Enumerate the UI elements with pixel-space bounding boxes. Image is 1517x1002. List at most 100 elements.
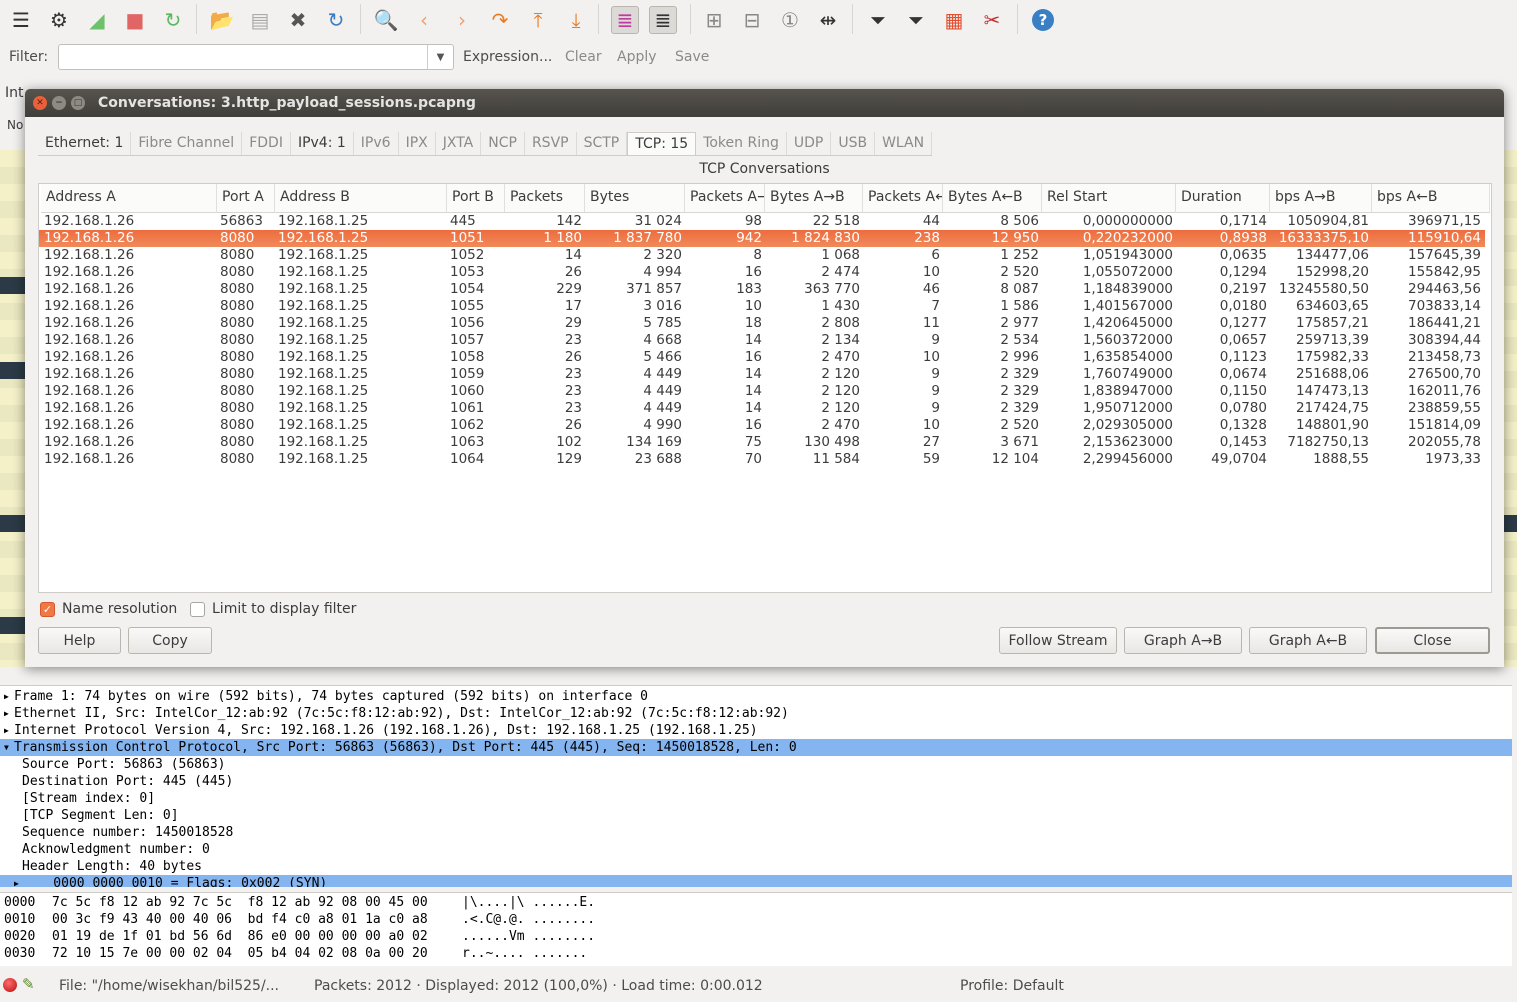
column-header-address-b[interactable]: Address B xyxy=(275,184,447,213)
maximize-window-button[interactable]: □ xyxy=(71,96,85,110)
column-header-address-a[interactable]: Address A xyxy=(41,184,217,213)
detail-line[interactable]: ▶ Frame 1: 74 bytes on wire (592 bits), 7… xyxy=(0,688,1512,705)
detail-line[interactable]: ▶ 0000 0000 0010 = Flags: 0x002 (SYN) xyxy=(0,875,1512,887)
tab-usb[interactable]: USB xyxy=(831,132,876,155)
zoom-in-button[interactable]: ⊞ xyxy=(700,6,728,34)
detail-line[interactable]: ▶ Ethernet II, Src: IntelCor_12:ab:92 (7c… xyxy=(0,705,1512,722)
first-packet-button[interactable]: ⤒ xyxy=(524,6,552,34)
detail-line[interactable]: ▶ Internet Protocol Version 4, Src: 192.1… xyxy=(0,722,1512,739)
status-profile[interactable]: Profile: Default xyxy=(960,978,1064,994)
help-button[interactable]: Help xyxy=(38,627,121,654)
table-row[interactable]: 192.168.1.26 8080 192.168.1.25 1060 23 4 449 1… xyxy=(39,383,1485,400)
preferences-button[interactable]: ✂ xyxy=(978,6,1006,34)
copy-button[interactable]: Copy xyxy=(128,627,212,654)
column-header-duration[interactable]: Duration xyxy=(1176,184,1270,213)
follow-stream-button[interactable]: Follow Stream xyxy=(999,627,1117,654)
close-button[interactable]: Close xyxy=(1375,627,1490,654)
column-header-packets[interactable]: Packets xyxy=(505,184,585,213)
column-header-bytes-atob[interactable]: Bytes A→B xyxy=(765,184,863,213)
interfaces-button[interactable]: ☰ xyxy=(7,6,35,34)
tab-ipv6[interactable]: IPv6 xyxy=(354,132,399,155)
detail-line[interactable]: [Stream index: 0] xyxy=(0,790,1512,807)
file-set-button[interactable]: ▤ xyxy=(246,6,274,34)
tab-ipx[interactable]: IPX xyxy=(399,132,436,155)
tab-wlan[interactable]: WLAN xyxy=(875,132,933,155)
expression-button[interactable]: Expression... xyxy=(463,49,552,65)
find-button[interactable]: 🔍 xyxy=(372,6,400,34)
column-header-packets-afromb[interactable]: Packets A←B xyxy=(863,184,943,213)
table-row[interactable]: 192.168.1.26 8080 192.168.1.25 1053 26 4 994 1… xyxy=(39,264,1485,281)
graph-a-to-b-button[interactable]: Graph A→B xyxy=(1124,627,1242,654)
table-row[interactable]: 192.168.1.26 8080 192.168.1.25 1064 129 23 68… xyxy=(39,451,1485,468)
reload-button[interactable]: ↻ xyxy=(322,6,350,34)
table-row[interactable]: 192.168.1.26 8080 192.168.1.25 1051 1 180 1 8… xyxy=(39,230,1485,247)
tab-udp[interactable]: UDP xyxy=(787,132,832,155)
tab-fddi[interactable]: FDDI xyxy=(242,132,291,155)
tab-token-ring[interactable]: Token Ring xyxy=(696,132,787,155)
close-file-button[interactable]: ✖ xyxy=(284,6,312,34)
filter-input[interactable]: ▼ xyxy=(58,44,454,70)
open-file-button[interactable]: 📂 xyxy=(208,6,236,34)
conversations-table[interactable]: Address A Port A Address B Port B Packets Byt… xyxy=(38,183,1492,593)
tab-ncp[interactable]: NCP xyxy=(481,132,525,155)
capture-options-button[interactable]: ⚙ xyxy=(45,6,73,34)
close-window-button[interactable]: ✕ xyxy=(33,96,47,110)
packet-details-pane[interactable]: ▶ Frame 1: 74 bytes on wire (592 bits), 7… xyxy=(0,685,1512,887)
table-row[interactable]: 192.168.1.26 8080 192.168.1.25 1059 23 4 449 1… xyxy=(39,366,1485,383)
tab-jxta[interactable]: JXTA xyxy=(436,132,482,155)
column-header-bytes-afromb[interactable]: Bytes A←B xyxy=(943,184,1042,213)
filter-dropdown-button[interactable]: ▼ xyxy=(427,45,453,69)
capture-comments-icon[interactable]: ✎ xyxy=(22,975,35,993)
tab-rsvp[interactable]: RSVP xyxy=(525,132,577,155)
resize-columns-button[interactable]: ⇹ xyxy=(814,6,842,34)
save-button[interactable]: Save xyxy=(675,49,709,65)
table-row[interactable]: 192.168.1.26 8080 192.168.1.25 1063 102 134 1… xyxy=(39,434,1485,451)
detail-line[interactable]: Source Port: 56863 (56863) xyxy=(0,756,1512,773)
go-to-packet-button[interactable]: ↷ xyxy=(486,6,514,34)
go-back-button[interactable]: ‹ xyxy=(410,6,438,34)
column-header-bytes[interactable]: Bytes xyxy=(585,184,685,213)
tab-ethernet-1[interactable]: Ethernet: 1 xyxy=(38,132,132,155)
last-packet-button[interactable]: ⤓ xyxy=(562,6,590,34)
stop-capture-button[interactable]: ■ xyxy=(121,6,149,34)
collapsed-triangle-icon[interactable]: ▶ xyxy=(4,722,9,739)
zoom-out-button[interactable]: ⊟ xyxy=(738,6,766,34)
tab-ipv4-1[interactable]: IPv4: 1 xyxy=(291,132,354,155)
detail-line[interactable]: ▼ Transmission Control Protocol, Src Port… xyxy=(0,739,1512,756)
start-capture-button[interactable]: ◢ xyxy=(83,6,111,34)
detail-line[interactable]: Destination Port: 445 (445) xyxy=(0,773,1512,790)
packet-bytes-pane[interactable]: 0000 7c 5c f8 12 ab 92 7c 5c f8 12 ab 92 … xyxy=(0,892,1512,966)
column-header-bps-atob[interactable]: bps A→B xyxy=(1270,184,1372,213)
detail-line[interactable]: Acknowledgment number: 0 xyxy=(0,841,1512,858)
collapsed-triangle-icon[interactable]: ▶ xyxy=(14,875,19,887)
column-header-bps-afromb[interactable]: bps A←B xyxy=(1372,184,1490,213)
detail-line[interactable]: Header Length: 40 bytes xyxy=(0,858,1512,875)
coloring-rules-button[interactable]: ▦ xyxy=(940,6,968,34)
detail-line[interactable]: Sequence number: 1450018528 xyxy=(0,824,1512,841)
tab-tcp-15[interactable]: TCP: 15 xyxy=(627,132,697,155)
column-header-packets-atob[interactable]: Packets A→B xyxy=(685,184,765,213)
auto-scroll-button[interactable]: ≣ xyxy=(649,6,677,34)
table-row[interactable]: 192.168.1.26 8080 192.168.1.25 1057 23 4 668 1… xyxy=(39,332,1485,349)
column-header-port-a[interactable]: Port A xyxy=(217,184,275,213)
collapsed-triangle-icon[interactable]: ▶ xyxy=(4,688,9,705)
restart-capture-button[interactable]: ↻ xyxy=(159,6,187,34)
table-row[interactable]: 192.168.1.26 8080 192.168.1.25 1056 29 5 785 1… xyxy=(39,315,1485,332)
table-row[interactable]: 192.168.1.26 56863 192.168.1.25 445 142 31 02… xyxy=(39,213,1485,230)
expanded-triangle-icon[interactable]: ▼ xyxy=(4,739,9,756)
table-row[interactable]: 192.168.1.26 8080 192.168.1.25 1058 26 5 466 1… xyxy=(39,349,1485,366)
minimize-window-button[interactable]: − xyxy=(52,96,66,110)
detail-line[interactable]: [TCP Segment Len: 0] xyxy=(0,807,1512,824)
expert-info-icon[interactable] xyxy=(3,978,17,992)
go-forward-button[interactable]: › xyxy=(448,6,476,34)
capture-filters-button[interactable]: ⏷ xyxy=(864,6,892,34)
tab-sctp[interactable]: SCTP xyxy=(577,132,628,155)
column-header-port-b[interactable]: Port B xyxy=(447,184,505,213)
table-row[interactable]: 192.168.1.26 8080 192.168.1.25 1054 229 371 8… xyxy=(39,281,1485,298)
help-button[interactable]: ? xyxy=(1029,6,1057,34)
limit-to-display-filter-checkbox[interactable] xyxy=(190,602,205,617)
collapsed-triangle-icon[interactable]: ▶ xyxy=(4,705,9,722)
table-row[interactable]: 192.168.1.26 8080 192.168.1.25 1061 23 4 449 1… xyxy=(39,400,1485,417)
column-header-rel-start[interactable]: Rel Start xyxy=(1042,184,1176,213)
table-row[interactable]: 192.168.1.26 8080 192.168.1.25 1062 26 4 990 1… xyxy=(39,417,1485,434)
